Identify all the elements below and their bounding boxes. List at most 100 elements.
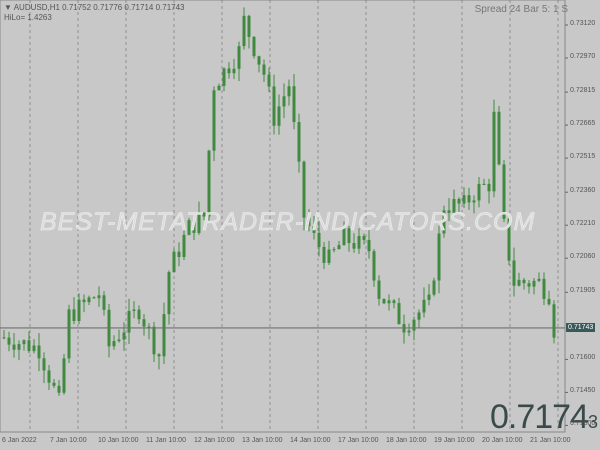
candle-body — [297, 122, 301, 162]
candle-body — [212, 90, 216, 151]
x-tick-label: 7 Jan 10:00 — [50, 437, 87, 444]
candle-body — [112, 341, 116, 347]
candle-body — [552, 304, 556, 338]
candle-body — [522, 279, 526, 284]
x-tick-label: 17 Jan 10:00 — [338, 437, 379, 444]
symbol-info: ▼ AUDUSD,H1 0.71752 0.71776 0.71714 0.71… — [4, 3, 185, 12]
x-tick-label: 10 Jan 10:00 — [98, 437, 139, 444]
candle-body — [67, 309, 71, 359]
y-tick-label: 0.71450 — [570, 387, 596, 395]
candle-body — [47, 370, 51, 383]
candle-body — [382, 298, 386, 304]
x-tick-label: 20 Jan 10:00 — [482, 437, 523, 444]
candle-body — [17, 344, 21, 350]
candle-body — [497, 111, 501, 165]
candle-body — [272, 86, 276, 126]
candle-body — [477, 183, 481, 201]
candle-body — [482, 183, 486, 185]
candle-body — [57, 385, 61, 393]
candle-body — [122, 332, 126, 340]
candle-body — [72, 309, 76, 321]
y-tick-label: 0.71905 — [570, 287, 596, 295]
hilo-label: HiLo= 1.4263 — [4, 13, 52, 22]
candle-body — [487, 183, 491, 192]
candle-body — [32, 345, 36, 352]
candle-body — [372, 251, 376, 281]
candle-body — [532, 280, 536, 287]
y-tick-label: 0.72210 — [570, 220, 596, 228]
candle-body — [27, 340, 31, 352]
candle-body — [22, 340, 26, 345]
candle-body — [242, 15, 246, 47]
candle-body — [227, 68, 231, 74]
candle-body — [392, 300, 396, 304]
candle-body — [357, 236, 361, 249]
x-tick-label: 14 Jan 10:00 — [290, 437, 331, 444]
watermark: BEST-METATRADER-INDICATORS.COM — [40, 208, 536, 237]
candle-body — [167, 272, 171, 315]
candle-body — [7, 337, 11, 345]
current-price-label: 0.71743 — [566, 322, 596, 332]
y-tick-label: 0.72060 — [570, 253, 596, 261]
candle-body — [237, 46, 241, 69]
y-tick-label: 0.72515 — [570, 153, 596, 161]
candle-body — [547, 298, 551, 305]
candle-body — [12, 344, 16, 350]
x-tick-label: 19 Jan 10:00 — [434, 437, 475, 444]
candle-body — [467, 195, 471, 203]
candle-body — [332, 249, 336, 251]
candle-body — [217, 85, 221, 91]
candle-body — [387, 300, 391, 304]
candle-body — [292, 86, 296, 123]
candle-body — [352, 243, 356, 249]
candle-body — [537, 278, 541, 281]
x-tick-label: 21 Jan 10:00 — [530, 437, 571, 444]
candle-body — [417, 312, 421, 320]
candle-body — [262, 64, 266, 75]
y-tick-label: 0.72360 — [570, 187, 596, 195]
x-tick-label: 11 Jan 10:00 — [146, 437, 186, 444]
candle-body — [247, 15, 251, 37]
candle-body — [407, 330, 411, 333]
x-tick-label: 13 Jan 10:00 — [242, 437, 283, 444]
big-price: 0.71743 — [490, 398, 598, 437]
candle-body — [337, 245, 341, 250]
candle-body — [287, 86, 291, 97]
candle-body — [127, 310, 131, 333]
candle-body — [472, 200, 476, 203]
candle-body — [367, 239, 371, 252]
candle-body — [97, 295, 101, 299]
candle-body — [157, 354, 161, 357]
candle-body — [2, 337, 6, 339]
x-tick-label: 6 Jan 2022 — [2, 437, 37, 444]
candle-body — [77, 299, 81, 321]
y-tick-label: 0.72970 — [570, 53, 596, 60]
candle-body — [137, 309, 141, 320]
y-tick-label: 0.71300 — [570, 420, 596, 428]
x-tick-label: 12 Jan 10:00 — [194, 437, 235, 444]
candle-body — [542, 278, 546, 299]
candle-body — [437, 233, 441, 281]
candle-body — [102, 295, 106, 310]
y-tick-label: 0.73120 — [570, 20, 596, 27]
candle-body — [422, 299, 426, 313]
big-price-main: 0.7174 — [490, 398, 589, 436]
candle-body — [87, 297, 91, 303]
candle-body — [177, 251, 181, 258]
candle-body — [172, 251, 176, 273]
candle-body — [517, 279, 521, 286]
candle-body — [162, 314, 166, 357]
candle-body — [37, 345, 41, 359]
candle-body — [427, 294, 431, 300]
candle-body — [257, 56, 261, 65]
candle-body — [277, 106, 281, 126]
candle-body — [142, 319, 146, 327]
candle-body — [117, 339, 121, 342]
candle-body — [222, 68, 226, 86]
candle-body — [462, 195, 466, 204]
candle-body — [492, 111, 496, 192]
candle-body — [377, 280, 381, 299]
y-tick-label: 0.72665 — [570, 120, 596, 128]
candle-body — [327, 249, 331, 263]
candle-body — [232, 68, 236, 74]
